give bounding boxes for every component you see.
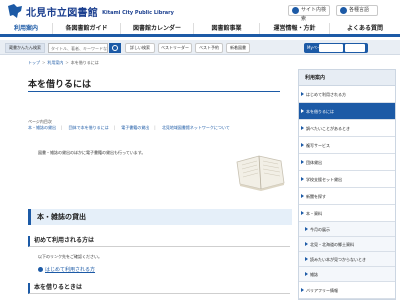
- mypage-password-field[interactable]: [345, 44, 365, 52]
- global-nav: 利用案内 各図書館ガイド 図書館カレンダー 図書館事業 運営情報・方針 よくある…: [0, 23, 400, 37]
- side-menu-item[interactable]: はじめて利用される方: [299, 86, 395, 103]
- new-books-button[interactable]: 新着図書: [226, 43, 250, 53]
- nav-item-faq[interactable]: よくある質問: [330, 23, 400, 34]
- side-menu: 利用案内 はじめて利用される方 本を借りるには 調べたいことがあるとき 複写サービス団…: [298, 69, 396, 300]
- hokkaido-logo-icon: [8, 4, 22, 18]
- side-menu-item[interactable]: 本を借りるには: [299, 103, 395, 120]
- nav-item-guide[interactable]: 利用案内: [0, 23, 53, 34]
- side-menu-item[interactable]: 調べたいことがあるとき: [299, 120, 395, 137]
- first-time-link-label: はじめて利用される方: [45, 267, 96, 273]
- site-logo[interactable]: 北見市立図書館 Kitami City Public Library: [6, 3, 174, 19]
- language-label: 各種言語: [349, 7, 370, 13]
- catalog-search-label: 蔵書かんたん検索: [5, 43, 45, 53]
- side-menu-list: はじめて利用される方 本を借りるには 調べたいことがあるとき 複写サービス 団体貸出 学校…: [299, 86, 395, 299]
- nav-item-libraries[interactable]: 各図書館ガイド: [53, 23, 121, 34]
- side-menu-heading: 利用案内: [299, 70, 395, 86]
- breadcrumb: トップ > 利用案内 > 本を借りるには: [28, 60, 99, 65]
- first-time-text: 以下のリンク先をご確認ください。: [38, 254, 102, 259]
- first-time-link[interactable]: はじめて利用される方: [38, 266, 95, 273]
- nav-item-calendar[interactable]: 図書館カレンダー: [121, 23, 194, 34]
- site-search-label: サイト内検索: [301, 7, 327, 22]
- catalog-search-input[interactable]: [48, 43, 108, 53]
- catalog-search-bar: 蔵書かんたん検索 詳しい検索 ベストリーダー ベスト予約 新着図書 Myページ: [0, 40, 400, 55]
- page-title: 本を借りるには: [28, 80, 92, 90]
- section-heading-lending: 本・雑誌の貸出: [28, 209, 292, 225]
- subheading-borrowing: 本を借りるときは: [28, 283, 290, 294]
- site-header: 北見市立図書館 Kitami City Public Library サイト内検…: [0, 0, 400, 22]
- page-toc: 本・雑誌の貸出 | 団体で本を借りるには | 電子書籍の貸出 | 北見地域図書館ネット…: [28, 125, 230, 130]
- toc-link-network[interactable]: 北見地域図書館ネットワークについて: [162, 125, 230, 130]
- nav-item-projects[interactable]: 図書館事業: [194, 23, 260, 34]
- side-menu-item[interactable]: 北見・北海道の郷土資料: [299, 237, 395, 252]
- side-menu-item[interactable]: 雑誌: [299, 267, 395, 282]
- side-menu-item[interactable]: 新聞を探す: [299, 188, 395, 205]
- advanced-search-button[interactable]: 詳しい検索: [125, 43, 155, 53]
- side-menu-item[interactable]: 学校支援セット貸出: [299, 171, 395, 188]
- toc-link-books[interactable]: 本・雑誌の貸出: [28, 125, 56, 130]
- mypage-login[interactable]: Myページ: [304, 43, 368, 53]
- mypage-id-field[interactable]: [319, 44, 343, 52]
- side-menu-item[interactable]: 本・資料: [299, 205, 395, 222]
- subheading-first-time: 初めて利用される方は: [28, 236, 290, 247]
- open-book-image: [236, 155, 285, 191]
- language-button[interactable]: 各種言語: [336, 5, 378, 16]
- best-reader-button[interactable]: ベストリーダー: [158, 43, 192, 53]
- nav-item-policy[interactable]: 運営情報・方針: [260, 23, 330, 34]
- best-reserve-button[interactable]: ベスト予約: [195, 43, 223, 53]
- site-search-button[interactable]: サイト内検索: [288, 5, 330, 22]
- breadcrumb-top[interactable]: トップ: [28, 60, 40, 65]
- search-icon: [292, 7, 299, 14]
- toc-link-ebooks[interactable]: 電子書籍の貸出: [121, 125, 149, 130]
- intro-text: 図書・雑誌の貸出のほかに電子書籍の貸出も行っています。: [38, 150, 146, 155]
- side-menu-item[interactable]: 団体貸出: [299, 154, 395, 171]
- globe-icon: [340, 7, 347, 14]
- link-arrow-icon: [38, 267, 43, 272]
- logo-subtitle: Kitami City Public Library: [102, 9, 174, 16]
- breadcrumb-guide[interactable]: 利用案内: [47, 60, 63, 65]
- side-menu-item[interactable]: 読みたい本が見つからないとき: [299, 252, 395, 267]
- side-menu-item[interactable]: 今月の展示: [299, 222, 395, 237]
- side-menu-item[interactable]: バリアフリー情報: [299, 282, 395, 299]
- logo-title: 北見市立図書館: [26, 7, 99, 19]
- toc-link-group[interactable]: 団体で本を借りるには: [69, 125, 109, 130]
- side-menu-item[interactable]: 複写サービス: [299, 137, 395, 154]
- catalog-search-button[interactable]: [109, 43, 121, 53]
- title-divider: [28, 91, 280, 92]
- breadcrumb-current: 本を借りるには: [70, 60, 99, 65]
